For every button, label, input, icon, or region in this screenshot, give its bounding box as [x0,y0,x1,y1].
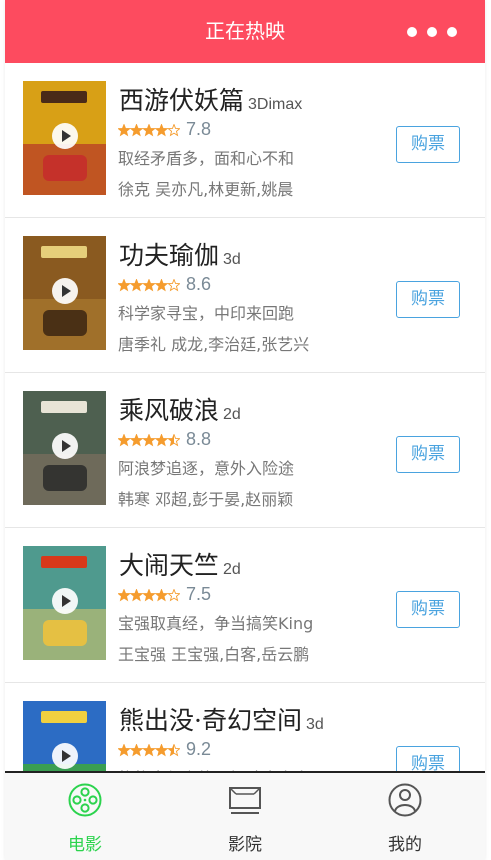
movie-poster[interactable] [23,701,106,771]
play-icon[interactable] [52,588,78,614]
play-icon[interactable] [52,743,78,769]
play-icon[interactable] [52,278,78,304]
movie-item[interactable]: 大闹天竺 2d 7.5 宝强取真经，争当搞笑King 王宝强 王宝强,白客,岳云鹏 购票 [5,528,485,683]
movie-description: 宝强取真经，争当搞笑King [118,614,314,633]
movie-score: 9.2 [186,739,212,759]
movie-format: 2d [223,561,241,578]
movie-poster[interactable] [23,546,106,660]
movie-item[interactable]: 西游伏妖篇 3Dimax 7.8 取经矛盾多，面和心不和 徐克 吴亦凡,林更新,姚晨 购票 [5,63,485,218]
buy-ticket-button[interactable]: 购票 [396,126,460,163]
tab-cinemas[interactable]: 影院 [165,773,325,860]
movie-cast: 唐季礼 成龙,李治廷,张艺兴 [118,335,310,354]
user-profile-icon [388,783,422,817]
movie-cast: 徐克 吴亦凡,林更新,姚晨 [118,180,294,199]
tab-bar: 电影 影院 我的 [5,771,485,860]
movie-format: 3Dimax [248,96,303,113]
header: 正在热映 [5,0,485,63]
movie-title: 乘风破浪 2d [119,396,241,425]
movie-list: 西游伏妖篇 3Dimax 7.8 取经矛盾多，面和心不和 徐克 吴亦凡,林更新,姚晨 购票… [5,63,485,771]
rating-stars-icon [118,589,180,602]
play-icon[interactable] [52,123,78,149]
movie-poster[interactable] [23,391,106,505]
more-dots-icon[interactable] [407,26,463,38]
rating-stars-icon [118,279,180,292]
movie-item[interactable]: 熊出没·奇幻空间3d9.2熊熊奇幻之旅，探险全宇宙丁亮 张伟,张秉君,谭笑购票 [5,683,485,771]
rating-stars-icon [118,124,180,137]
tab-label: 电影 [68,835,102,855]
tab-profile[interactable]: 我的 [325,773,485,860]
tab-movies[interactable]: 电影 [5,773,165,860]
movie-title: 熊出没·奇幻空间 3d [119,706,324,735]
movie-cast: 韩寒 邓超,彭于晏,赵丽颖 [118,490,294,509]
play-icon[interactable] [52,433,78,459]
movie-description: 取经矛盾多，面和心不和 [118,149,295,168]
cinema-screen-icon [229,787,261,814]
movie-score: 7.8 [186,119,212,139]
movie-description: 阿浪梦追逐，意外入险途 [118,459,295,478]
tab-label: 我的 [388,835,422,855]
movie-item[interactable]: 功夫瑜伽 3d 8.6 科学家寻宝，中印来回跑 唐季礼 成龙,李治廷,张艺兴 购票 [5,218,485,373]
movie-poster[interactable] [23,236,106,350]
movie-cast: 王宝强 王宝强,白客,岳云鹏 [118,645,310,664]
buy-ticket-button[interactable]: 购票 [396,281,460,318]
movie-format: 2d [223,406,241,423]
rating-stars-icon [118,434,180,447]
film-reel-icon [68,783,102,817]
buy-ticket-button[interactable]: 购票 [396,746,460,771]
movie-format: 3d [223,251,241,268]
rating-stars-icon [118,744,180,757]
movie-format: 3d [305,716,324,733]
tab-label: 影院 [228,835,262,855]
movie-score: 7.5 [186,584,212,604]
movie-score: 8.8 [186,429,212,449]
buy-ticket-button[interactable]: 购票 [396,591,460,628]
buy-ticket-button[interactable]: 购票 [396,436,460,473]
movie-description: 科学家寻宝，中印来回跑 [118,304,295,323]
movie-item[interactable]: 乘风破浪 2d 8.8 阿浪梦追逐，意外入险途 韩寒 邓超,彭于晏,赵丽颖 购票 [5,373,485,528]
movie-score: 8.6 [186,274,212,294]
movie-poster[interactable] [23,81,106,195]
movie-title: 西游伏妖篇 3Dimax [119,86,303,115]
app-frame: 正在热映 西游伏妖篇 3Dimax 7.8 取经矛盾多，面和心不和 徐克 吴亦凡,林更新… [5,0,485,860]
movie-title: 功夫瑜伽 3d [119,241,241,270]
movie-title: 大闹天竺 2d [119,551,241,580]
